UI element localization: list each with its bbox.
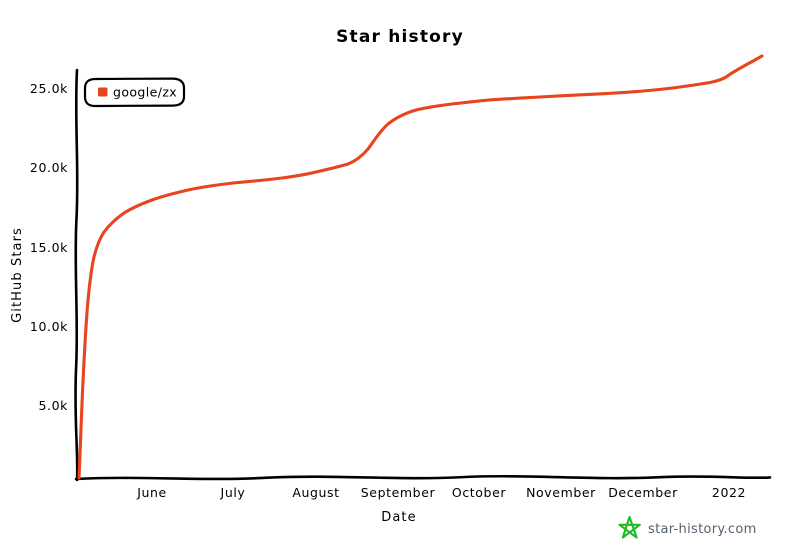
watermark[interactable]: star-history.com bbox=[618, 515, 757, 539]
y-axis-title: GitHub Stars bbox=[10, 227, 25, 323]
y-tick-label: 20.0k bbox=[30, 160, 68, 175]
y-tick-label: 15.0k bbox=[30, 240, 68, 255]
legend-item-label: google/zx bbox=[113, 85, 177, 100]
watermark-label: star-history.com bbox=[648, 522, 757, 537]
legend-square-marker-icon bbox=[98, 87, 108, 97]
x-tick-label: October bbox=[452, 485, 506, 500]
x-tick-label: 2022 bbox=[712, 485, 746, 500]
x-tick-label: August bbox=[292, 485, 339, 500]
x-tick-label: July bbox=[220, 485, 246, 500]
chart-canvas: Star history 5.0k 10.0k 15.0k 20.0k 25.0… bbox=[10, 27, 772, 539]
chart-legend[interactable]: google/zx bbox=[83, 77, 186, 108]
x-tick-labels: June July August September October Novem… bbox=[136, 485, 746, 500]
y-axis-line bbox=[74, 68, 79, 482]
star-icon bbox=[618, 515, 641, 539]
x-axis-title: Date bbox=[381, 510, 416, 525]
y-tick-label: 25.0k bbox=[30, 81, 68, 96]
y-tick-labels: 5.0k 10.0k 15.0k 20.0k 25.0k bbox=[30, 81, 68, 413]
x-axis-line bbox=[74, 474, 772, 481]
x-tick-label: June bbox=[136, 485, 167, 500]
x-tick-label: September bbox=[361, 485, 436, 500]
star-history-chart: Star history 5.0k 10.0k 15.0k 20.0k 25.0… bbox=[0, 0, 800, 550]
series-line-google-zx bbox=[77, 54, 764, 480]
y-tick-label: 5.0k bbox=[38, 398, 68, 413]
chart-title: Star history bbox=[336, 27, 464, 47]
y-tick-label: 10.0k bbox=[30, 319, 68, 334]
x-tick-label: November bbox=[526, 485, 596, 500]
x-tick-label: December bbox=[608, 485, 678, 500]
